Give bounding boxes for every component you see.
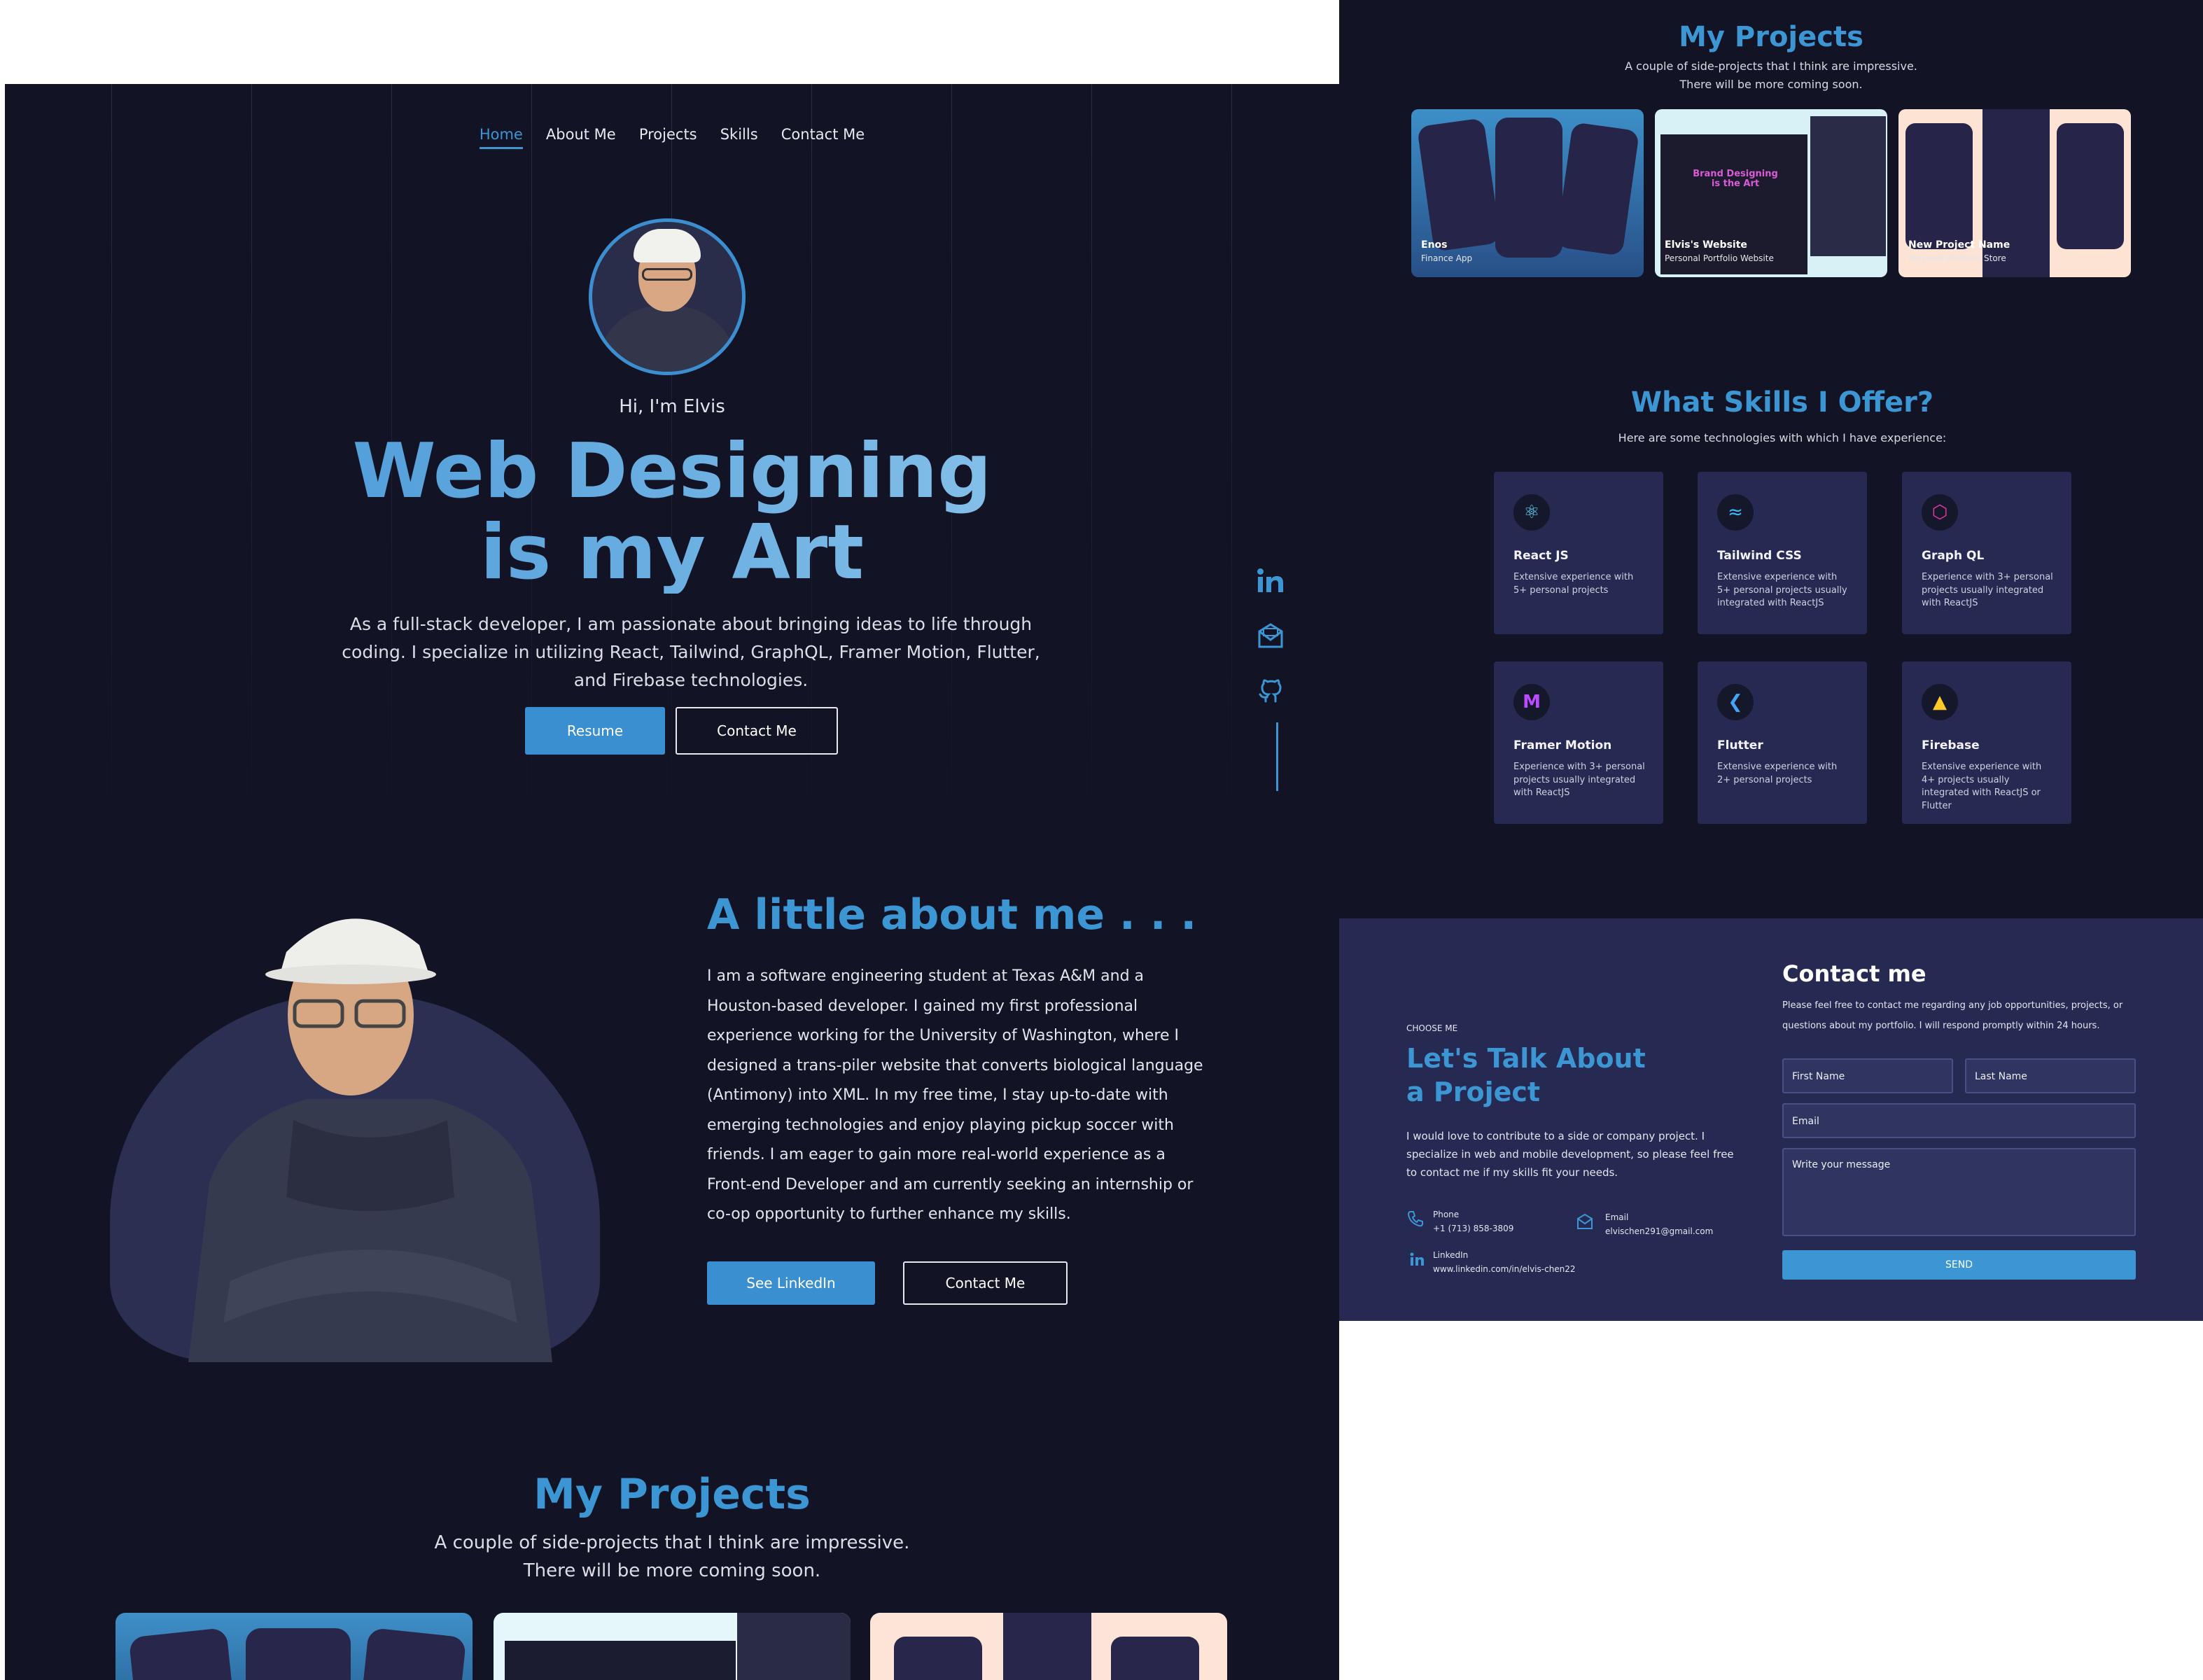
contact-heading: Let's Talk About a Project: [1406, 1043, 1646, 1107]
react-icon: ⚛: [1513, 494, 1550, 531]
projects-title: My Projects: [1679, 21, 1863, 53]
project-card-new-project[interactable]: [870, 1613, 1227, 1680]
portfolio-page-main: Home About Me Projects Skills Contact Me…: [5, 84, 1339, 1680]
about-paragraph: I am a software engineering student at T…: [707, 967, 1203, 1223]
projects-subtitle: A couple of side-projects that I think a…: [1625, 59, 1917, 91]
skill-card-tailwind: ≈ Tailwind CSS Extensive experience with…: [1698, 472, 1867, 634]
card-title: New Project Name: [1908, 239, 2010, 251]
hero-description: As a full-stack developer, I am passiona…: [342, 614, 1040, 690]
skill-card-firebase: ▲ Firebase Extensive experience with 4+ …: [1902, 662, 2071, 824]
linkedin-icon: [1410, 1252, 1424, 1266]
nav-about-me[interactable]: About Me: [546, 126, 616, 147]
linkedin-icon[interactable]: [1255, 566, 1286, 596]
hero-contact-button[interactable]: Contact Me: [676, 707, 838, 755]
card-title: Enos: [1421, 239, 1448, 251]
profile-avatar: [589, 218, 746, 375]
framer-motion-icon: M: [1513, 684, 1550, 720]
skill-card-graphql: ⬡ Graph QL Experience with 3+ personal p…: [1902, 472, 2071, 634]
hero-title: Web Designing is my Art: [5, 431, 1339, 594]
nav-home[interactable]: Home: [479, 126, 523, 149]
skill-card-react: ⚛ React JS Extensive experience with 5+ …: [1494, 472, 1663, 634]
phone-icon: [1407, 1211, 1423, 1227]
card-title: Elvis's Website: [1665, 239, 1747, 251]
see-linkedin-button[interactable]: See LinkedIn: [707, 1261, 875, 1305]
phone-label: Phone: [1433, 1210, 1460, 1219]
portfolio-page-secondary: My Projects A couple of side-projects th…: [1339, 0, 2203, 1321]
contact-form-title: Contact me: [1782, 960, 1926, 987]
message-field[interactable]: Write your message: [1782, 1148, 2136, 1236]
graphql-icon: ⬡: [1922, 494, 1958, 531]
contact-text: I would love to contribute to a side or …: [1406, 1130, 1734, 1179]
email-address[interactable]: elvischen291@gmail.com: [1605, 1226, 1713, 1236]
mock-hero-title: Brand Designing is the Art: [1693, 169, 1778, 189]
about-title: A little about me . . .: [707, 890, 1197, 939]
flutter-icon: ❮: [1717, 684, 1754, 720]
project-card-elvis-website[interactable]: [494, 1613, 851, 1680]
email-icon: [1577, 1213, 1593, 1229]
about-photo: [188, 918, 552, 1362]
nav-contact-me[interactable]: Contact Me: [781, 126, 865, 147]
project-card-new-project[interactable]: New Project Name Personal Portfolio Stor…: [1898, 109, 2131, 277]
contact-kicker: CHOOSE ME: [1406, 1023, 1458, 1033]
project-card-enos[interactable]: [116, 1613, 473, 1680]
linkedin-url[interactable]: www.linkedin.com/in/elvis-chen22: [1433, 1264, 1576, 1274]
email-label: Email: [1605, 1212, 1629, 1222]
contact-section: CHOOSE ME Let's Talk About a Project I w…: [1339, 918, 2203, 1321]
mail-icon[interactable]: [1255, 620, 1286, 651]
card-subtitle: Finance App: [1421, 253, 1473, 263]
projects-title: My Projects: [533, 1470, 811, 1519]
email-field[interactable]: Email: [1782, 1103, 2136, 1138]
contact-form-text: Please feel free to contact me regarding…: [1782, 1000, 2123, 1031]
social-divider: [1276, 722, 1278, 791]
skills-title: What Skills I Offer?: [1630, 386, 1934, 419]
firebase-icon: ▲: [1922, 684, 1958, 720]
skill-card-framer-motion: M Framer Motion Experience with 3+ perso…: [1494, 662, 1663, 824]
tailwind-icon: ≈: [1717, 494, 1754, 531]
hero-greeting: Hi, I'm Elvis: [619, 396, 725, 417]
skill-card-flutter: ❮ Flutter Extensive experience with 2+ p…: [1698, 662, 1867, 824]
resume-button[interactable]: Resume: [525, 707, 665, 755]
about-contact-button[interactable]: Contact Me: [903, 1261, 1068, 1305]
first-name-field[interactable]: First Name: [1782, 1058, 1953, 1093]
phone-number[interactable]: +1 (713) 858-3809: [1433, 1224, 1513, 1233]
card-subtitle: Personal Portfolio Website: [1665, 253, 1774, 263]
projects-subtitle: A couple of side-projects that I think a…: [434, 1532, 910, 1581]
last-name-field[interactable]: Last Name: [1965, 1058, 2136, 1093]
project-card-enos[interactable]: Enos Finance App: [1411, 109, 1644, 277]
linkedin-label: LinkedIn: [1433, 1250, 1469, 1260]
github-icon[interactable]: [1255, 675, 1286, 706]
send-button[interactable]: SEND: [1782, 1250, 2136, 1280]
nav-skills[interactable]: Skills: [720, 126, 758, 147]
top-navigation: Home About Me Projects Skills Contact Me: [5, 126, 1339, 149]
nav-projects[interactable]: Projects: [639, 126, 697, 147]
project-card-elvis-website[interactable]: Brand Designing is the Art Elvis's Websi…: [1655, 109, 1887, 277]
skills-subtitle: Here are some technologies with which I …: [1618, 431, 1947, 444]
card-subtitle: Personal Portfolio Store: [1908, 253, 2006, 263]
